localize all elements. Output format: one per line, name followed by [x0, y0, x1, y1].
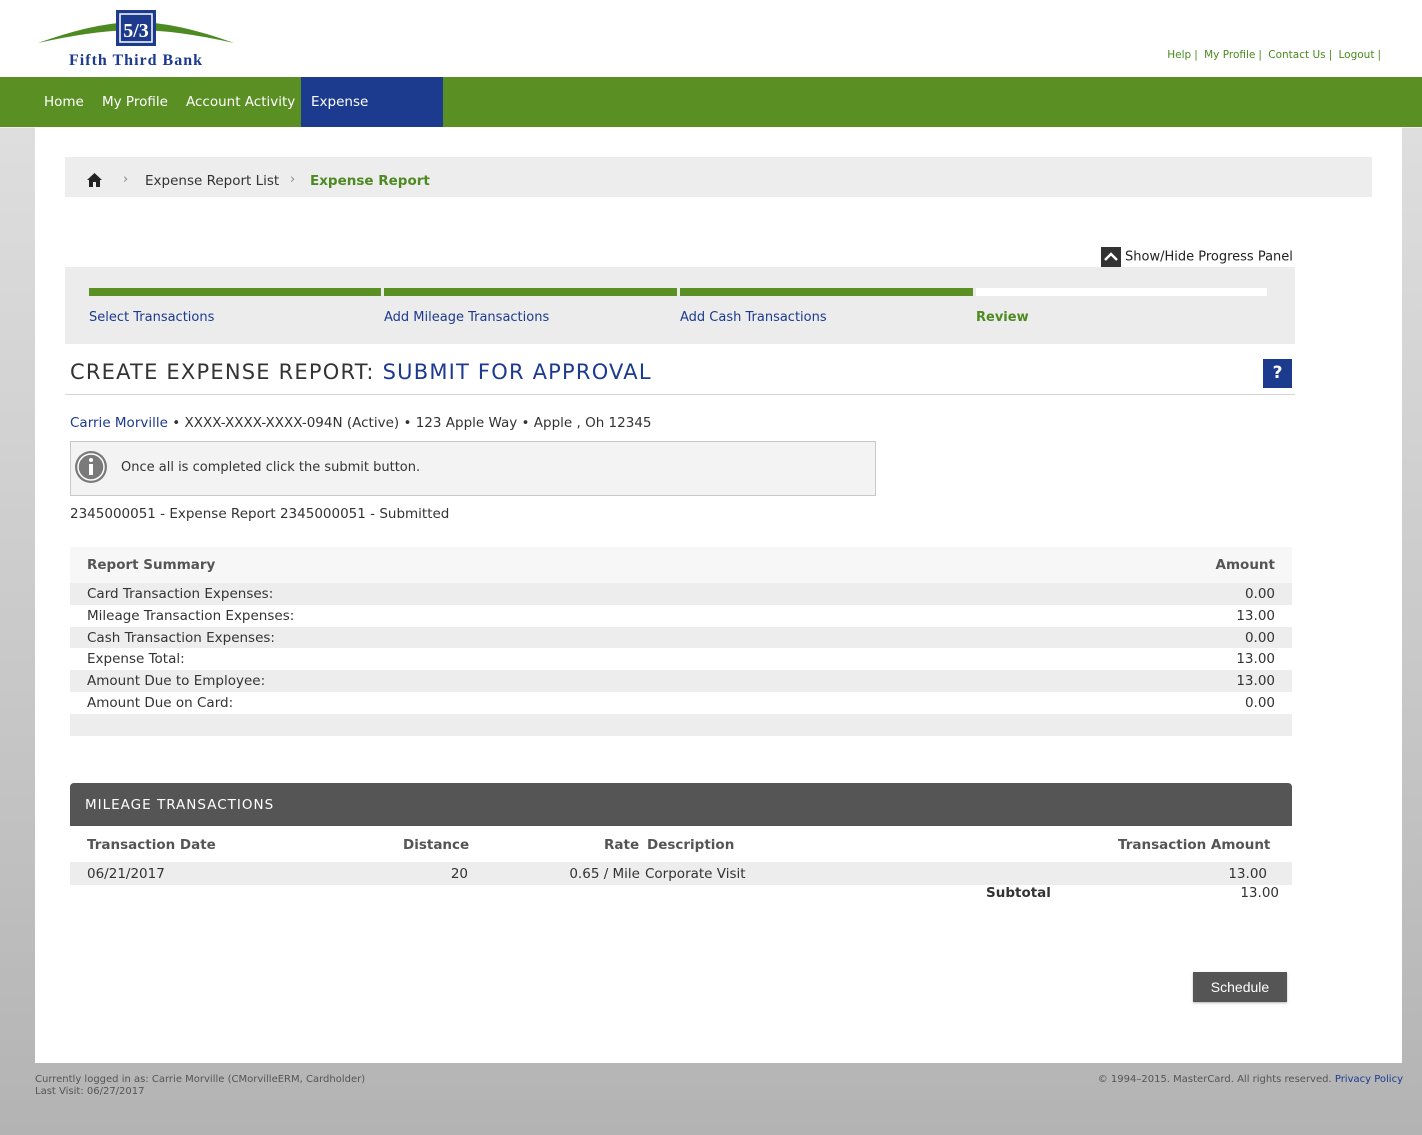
main-nav: Home My Profile Account Activity Expense… — [0, 77, 1422, 160]
report-status: 2345000051 - Expense Report 2345000051 -… — [70, 506, 450, 522]
summary-row-label: Cash Transaction Expenses: — [87, 630, 275, 646]
table-row: 06/21/2017 20 0.65 / Mile Corporate Visi… — [70, 862, 1292, 885]
subtotal-label: Subtotal — [986, 885, 1051, 901]
table-footer — [70, 714, 1292, 736]
footer-session-info: Currently logged in as: Carrie Morville … — [35, 1074, 365, 1098]
my-profile-link[interactable]: My Profile — [1204, 49, 1255, 61]
nav-account-activity[interactable]: Account Activity — [176, 77, 305, 127]
logo-wordmark: Fifth Third Bank — [69, 52, 203, 69]
summary-row-label: Mileage Transaction Expenses: — [87, 608, 295, 624]
cardholder-info: Carrie Morville • XXXX-XXXX-XXXX-094N (A… — [70, 415, 652, 431]
subtotal-value: 13.00 — [1240, 885, 1279, 901]
summary-row-label: Amount Due on Card: — [87, 695, 234, 711]
summary-row-amount: 0.00 — [1244, 630, 1275, 646]
breadcrumb-expense-report-list[interactable]: Expense Report List — [145, 173, 279, 189]
table-row: Amount Due on Card: 0.00 — [70, 692, 1292, 714]
page-title-accent: SUBMIT FOR APPROVAL — [382, 360, 652, 384]
nav-expense-reporting[interactable]: Expense Reporting — [301, 77, 443, 160]
progress-toggle-label: Show/Hide Progress Panel — [1125, 249, 1293, 265]
column-distance: Distance — [403, 837, 470, 853]
mileage-date: 06/21/2017 — [87, 866, 165, 882]
summary-row-amount: 13.00 — [1236, 673, 1275, 689]
logout-link[interactable]: Logout — [1339, 49, 1375, 61]
table-row: Card Transaction Expenses: 0.00 — [70, 583, 1292, 605]
table-row: Expense Total: 13.00 — [70, 648, 1292, 670]
summary-row-amount: 0.00 — [1244, 586, 1275, 602]
footer-logged-in: Currently logged in as: Carrie Morville … — [35, 1074, 366, 1085]
contact-us-link[interactable]: Contact Us — [1268, 49, 1325, 61]
chevron-right-icon: › — [123, 172, 129, 187]
utility-links: Help | My Profile | Contact Us | Logout | — [1167, 49, 1381, 61]
footer-last-visit: Last Visit: 06/27/2017 — [35, 1086, 145, 1097]
progress-bar-step-3 — [680, 288, 973, 296]
summary-row-label: Expense Total: — [87, 651, 185, 667]
mileage-description: Corporate Visit — [645, 866, 746, 882]
summary-row-amount: 0.00 — [1244, 695, 1275, 711]
progress-bar-step-4 — [976, 288, 1267, 296]
summary-header-label: Report Summary — [87, 557, 216, 573]
report-summary-table: Report Summary Amount Card Transaction E… — [70, 547, 1292, 736]
progress-panel — [65, 267, 1295, 344]
mileage-distance: 20 — [450, 866, 468, 882]
help-link[interactable]: Help — [1167, 49, 1191, 61]
table-row: Mileage Transaction Expenses: 13.00 — [70, 605, 1292, 627]
summary-row-amount: 13.00 — [1236, 651, 1275, 667]
nav-my-profile[interactable]: My Profile — [92, 77, 178, 127]
step-review: Review — [976, 310, 1029, 325]
mileage-section-header: MILEAGE TRANSACTIONS — [70, 783, 1292, 826]
chevron-right-icon: › — [290, 172, 296, 187]
step-select-transactions[interactable]: Select Transactions — [89, 310, 214, 325]
summary-row-label: Card Transaction Expenses: — [87, 586, 274, 602]
cardholder-details: • XXXX-XXXX-XXXX-094N (Active) • 123 App… — [172, 415, 652, 431]
mileage-amount: 13.00 — [1228, 866, 1267, 882]
summary-row-label: Amount Due to Employee: — [87, 673, 266, 689]
footer-legal: © 1994–2015. MasterCard. All rights rese… — [1098, 1074, 1403, 1085]
footer-copyright: © 1994–2015. MasterCard. All rights rese… — [1097, 1074, 1332, 1085]
column-description: Description — [647, 837, 735, 853]
column-transaction-amount: Transaction Amount — [1118, 837, 1271, 853]
nav-home[interactable]: Home — [34, 77, 94, 127]
privacy-policy-link[interactable]: Privacy Policy — [1335, 1074, 1403, 1085]
help-button[interactable]: ? — [1263, 359, 1292, 388]
chevron-up-icon — [1101, 247, 1121, 267]
mileage-table-header: Transaction Date Distance Rate Descripti… — [70, 826, 1292, 862]
info-message: Once all is completed click the submit b… — [121, 460, 421, 475]
page-title-prefix: CREATE EXPENSE REPORT: — [70, 360, 375, 384]
divider — [65, 394, 1295, 395]
logo-mark: 5/3 — [123, 20, 149, 42]
table-row: Amount Due to Employee: 13.00 — [70, 670, 1292, 692]
cardholder-name[interactable]: Carrie Morville — [70, 415, 168, 431]
summary-row-amount: 13.00 — [1236, 608, 1275, 624]
column-transaction-date: Transaction Date — [87, 837, 216, 853]
mileage-rate: 0.65 / Mile — [569, 866, 640, 882]
breadcrumb-expense-report: Expense Report — [310, 173, 430, 189]
summary-header-amount: Amount — [1215, 557, 1275, 573]
info-icon — [74, 450, 108, 484]
step-add-mileage-transactions[interactable]: Add Mileage Transactions — [384, 310, 549, 325]
column-rate: Rate — [604, 837, 640, 853]
table-header: Report Summary Amount — [70, 547, 1292, 583]
progress-bar-step-1 — [89, 288, 381, 296]
mileage-section-title: MILEAGE TRANSACTIONS — [85, 797, 275, 813]
page-title: CREATE EXPENSE REPORT: SUBMIT FOR APPROV… — [70, 360, 652, 384]
table-row: Cash Transaction Expenses: 0.00 — [70, 627, 1292, 649]
home-icon[interactable] — [86, 172, 103, 188]
progress-panel-toggle[interactable]: Show/Hide Progress Panel — [1101, 247, 1293, 269]
step-add-cash-transactions[interactable]: Add Cash Transactions — [680, 310, 827, 325]
schedule-button[interactable]: Schedule — [1193, 972, 1287, 1002]
fifth-third-bank-logo[interactable]: 5/3 Fifth Third Bank — [36, 8, 236, 70]
progress-bar-step-2 — [384, 288, 677, 296]
